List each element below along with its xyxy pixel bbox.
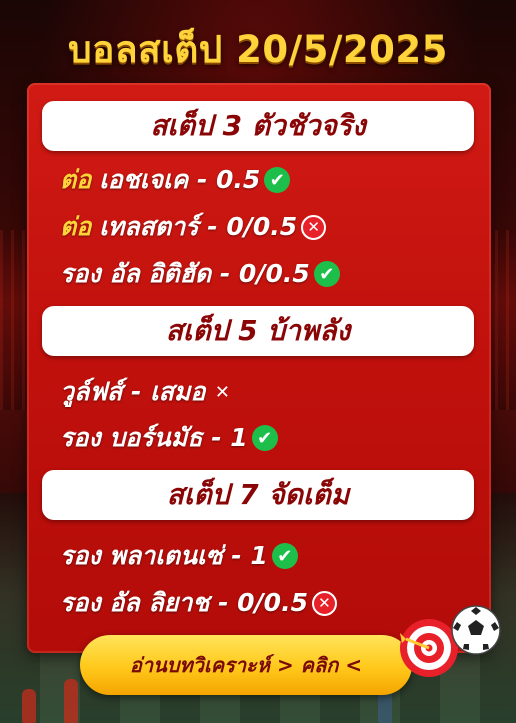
page-title: บอลสเต็ป 20/5/2025	[68, 28, 448, 71]
soccer-ball-icon	[451, 605, 501, 655]
prediction-row: รอง พลาเตนเซ่ - 1 ✔	[60, 538, 298, 574]
prediction-row: รอง อัล อิติฮัด - 0/0.5 ✔	[60, 256, 340, 292]
prediction-row: รอง อัล ลิยาช - 0/0.5 ✕	[60, 585, 337, 621]
prediction-row: ต่อ เทลสตาร์ - 0/0.5 ✕	[60, 209, 327, 245]
prediction-row: วูล์ฟส์ - เสมอ ✕	[60, 374, 231, 410]
read-analysis-button[interactable]: อ่านบทวิเคราะห์ > คลิก <	[80, 635, 412, 695]
section-header-step-5: สเต็ป 5 บ้าพลัง	[42, 306, 474, 356]
player-figure	[64, 679, 78, 723]
row-label: ต่อ	[60, 212, 92, 241]
prediction-row: ต่อ เอชเจเค - 0.5 ✔	[60, 162, 291, 198]
row-label: ต่อ	[60, 165, 92, 194]
x-circle-icon: ✕	[301, 214, 327, 240]
x-mark-icon: ✕	[214, 381, 230, 403]
section-header-step-7: สเต็ป 7 จัดเต็ม	[42, 470, 474, 520]
check-circle-icon: ✔	[271, 543, 298, 569]
check-circle-icon: ✔	[313, 261, 340, 287]
row-text: เอชเจเค - 0.5	[99, 165, 261, 194]
section-header-step-3: สเต็ป 3 ตัวชัวจริง	[42, 101, 474, 151]
check-circle-icon: ✔	[251, 425, 278, 451]
player-figure	[22, 689, 36, 723]
row-text: เทลสตาร์ - 0/0.5	[99, 212, 298, 241]
row-text: รอง อัล ลิยาช - 0/0.5	[60, 588, 308, 617]
check-circle-icon: ✔	[264, 167, 291, 193]
row-text: รอง พลาเตนเซ่ - 1	[60, 541, 268, 570]
row-text: วูล์ฟส์ - เสมอ	[60, 377, 206, 406]
row-text: รอง อัล อิติฮัด - 0/0.5	[60, 259, 310, 288]
prediction-row: รอง บอร์นมัธ - 1 ✔	[60, 420, 278, 456]
x-circle-icon: ✕	[311, 590, 337, 616]
row-text: รอง บอร์นมัธ - 1	[60, 423, 248, 452]
